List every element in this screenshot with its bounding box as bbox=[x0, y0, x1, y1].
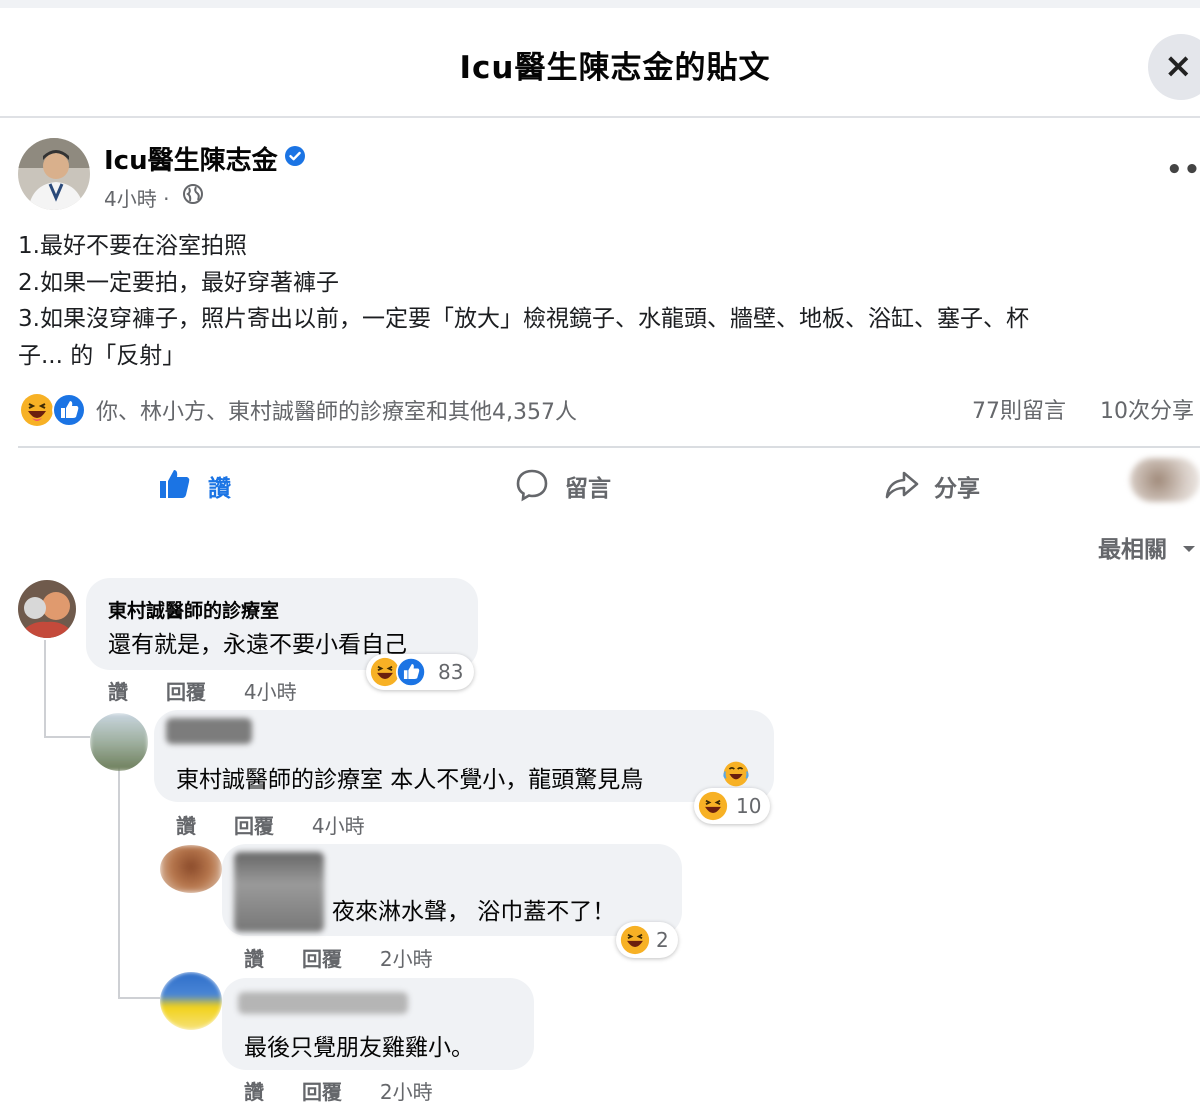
like-icon bbox=[52, 393, 86, 427]
comment-bubble: 東村誠醫師的診療室 本人不覺小，龍頭驚見鳥 bbox=[154, 710, 774, 802]
comment-time[interactable]: 4小時 bbox=[312, 814, 365, 838]
comment-text: 還有就是，永遠不要小看自己 bbox=[108, 632, 407, 658]
like-label: 讚 bbox=[208, 476, 231, 502]
blurred-author-name bbox=[166, 718, 252, 744]
comment-sort-dropdown[interactable]: 最相關 bbox=[1098, 530, 1197, 564]
post-line: 2.如果一定要拍，最好穿著褲子 bbox=[18, 269, 339, 296]
comments-count[interactable]: 77則留言 bbox=[972, 399, 1066, 424]
comment-icon bbox=[516, 469, 548, 502]
like-button[interactable]: 讚 bbox=[158, 466, 258, 506]
comment-time[interactable]: 4小時 bbox=[244, 680, 297, 704]
comment-meta: 讚 回覆 4小時 bbox=[108, 676, 297, 705]
comment-like-link[interactable]: 讚 bbox=[108, 680, 128, 704]
comment-time[interactable]: 2小時 bbox=[380, 1080, 433, 1104]
comment-reactions[interactable]: 2 bbox=[616, 922, 678, 958]
thumbs-up-icon bbox=[160, 470, 190, 498]
dialog-header: Icu醫生陳志金的貼文 × bbox=[0, 8, 1200, 118]
comment-meta: 讚 回覆 4小時 bbox=[176, 810, 365, 839]
blurred-author-name bbox=[234, 852, 324, 932]
close-icon: × bbox=[1164, 46, 1193, 86]
commenter-avatar[interactable] bbox=[160, 972, 222, 1030]
comment-like-link[interactable]: 讚 bbox=[244, 947, 264, 971]
thread-line bbox=[44, 640, 46, 738]
share-as-avatar[interactable] bbox=[1130, 458, 1200, 502]
verified-icon bbox=[285, 146, 305, 166]
reaction-count: 83 bbox=[438, 660, 464, 684]
post-body: 1.最好不要在浴室拍照 2.如果一定要拍，最好穿著褲子 3.如果沒穿褲子，照片寄… bbox=[18, 228, 1200, 374]
comment-time[interactable]: 2小時 bbox=[380, 947, 433, 971]
comment-text: 夜來淋水聲， 浴巾蓋不了！ bbox=[332, 899, 616, 925]
close-button[interactable]: × bbox=[1148, 34, 1200, 100]
shares-count[interactable]: 10次分享 bbox=[1100, 399, 1194, 424]
post-line: 子... 的「反射」 bbox=[18, 342, 186, 369]
tears-of-joy-icon bbox=[723, 761, 749, 787]
comment-reply-link[interactable]: 回覆 bbox=[166, 680, 206, 704]
comment-reply-link[interactable]: 回覆 bbox=[302, 1080, 342, 1104]
comment-reply-link[interactable]: 回覆 bbox=[302, 947, 342, 971]
thread-line bbox=[118, 997, 160, 999]
reaction-count: 10 bbox=[736, 794, 762, 818]
globe-icon bbox=[182, 183, 204, 209]
sort-label: 最相關 bbox=[1098, 537, 1167, 563]
dialog-title: Icu醫生陳志金的貼文 bbox=[459, 50, 771, 86]
divider bbox=[18, 446, 1200, 448]
haha-icon bbox=[698, 791, 728, 821]
comment-bubble: 最後只覺朋友雞雞小。 bbox=[222, 978, 534, 1070]
comment-reactions[interactable]: 83 bbox=[366, 654, 474, 690]
share-button[interactable]: 分享 bbox=[884, 466, 1004, 506]
post-author-name[interactable]: Icu醫生陳志金 bbox=[104, 140, 278, 177]
post-line: 3.如果沒穿褲子，照片寄出以前，一定要「放大」檢視鏡子、水龍頭、牆壁、地板、浴缸… bbox=[18, 306, 1029, 332]
comment-like-link[interactable]: 讚 bbox=[176, 814, 196, 838]
like-icon bbox=[396, 657, 426, 687]
thread-line bbox=[118, 765, 120, 998]
reactors-text[interactable]: 你、林小方、東村誠醫師的診療室和其他4,357人 bbox=[96, 394, 577, 426]
haha-icon bbox=[21, 394, 53, 426]
comment-label: 留言 bbox=[565, 476, 611, 502]
comment-reactions[interactable]: 10 bbox=[694, 788, 770, 824]
comment-meta: 讚 回覆 2小時 bbox=[244, 943, 433, 972]
engagement-counts: 77則留言 10次分享 bbox=[972, 393, 1194, 425]
comment-reply-link[interactable]: 回覆 bbox=[234, 814, 274, 838]
comment-text: 東村誠醫師的診療室 本人不覺小，龍頭驚見鳥 bbox=[176, 767, 644, 793]
commenter-avatar[interactable] bbox=[160, 845, 222, 893]
blurred-author-name bbox=[238, 992, 408, 1014]
commenter-avatar[interactable] bbox=[90, 713, 148, 771]
author-avatar[interactable] bbox=[18, 138, 90, 210]
more-options-button[interactable]: ••• bbox=[1166, 155, 1200, 185]
comment-text: 最後只覺朋友雞雞小。 bbox=[244, 1035, 474, 1061]
comment-bubble: 夜來淋水聲， 浴巾蓋不了！ bbox=[222, 844, 682, 936]
comment-author[interactable]: 東村誠醫師的診療室 bbox=[108, 596, 279, 623]
thread-line bbox=[44, 736, 90, 738]
haha-icon bbox=[620, 925, 650, 955]
chevron-down-icon bbox=[1183, 546, 1196, 552]
commenter-avatar[interactable] bbox=[18, 580, 76, 638]
window-top-strip bbox=[0, 0, 1200, 8]
post-timestamp[interactable]: 4小時 · bbox=[104, 183, 169, 212]
reaction-count: 2 bbox=[656, 928, 669, 952]
share-label: 分享 bbox=[934, 476, 980, 502]
comment-button[interactable]: 留言 bbox=[515, 466, 635, 506]
comment-like-link[interactable]: 讚 bbox=[244, 1080, 264, 1104]
post-line: 1.最好不要在浴室拍照 bbox=[18, 233, 247, 259]
comment-meta: 讚 回覆 2小時 bbox=[244, 1076, 433, 1105]
share-icon bbox=[885, 471, 919, 499]
